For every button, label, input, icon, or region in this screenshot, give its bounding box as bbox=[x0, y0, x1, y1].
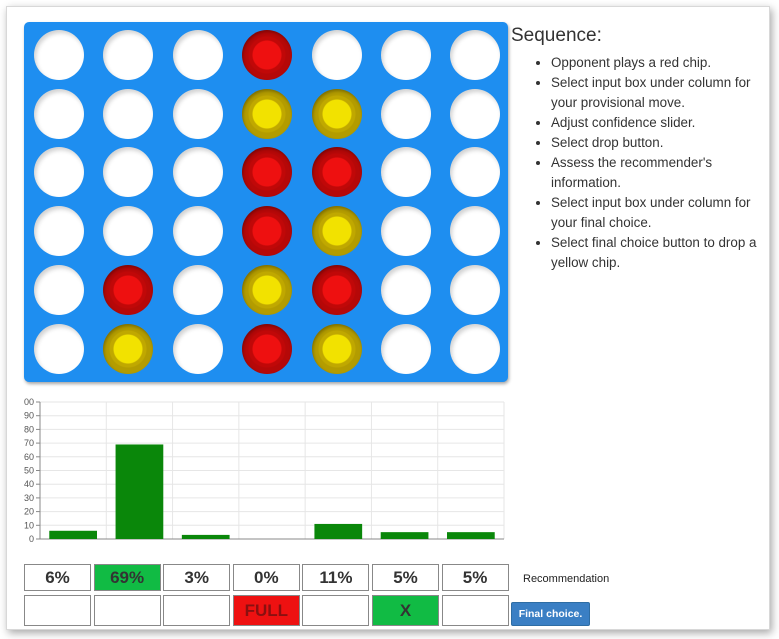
board-slot-empty bbox=[34, 147, 84, 198]
y-tick-label: 50 bbox=[24, 466, 34, 476]
board-slot-empty bbox=[450, 88, 501, 139]
y-tick-label: 70 bbox=[24, 438, 34, 448]
board-slot-empty bbox=[172, 206, 223, 257]
y-tick-label: 10 bbox=[24, 520, 34, 530]
recommendation-bar bbox=[380, 532, 429, 539]
recommendation-percent-box: 69% bbox=[93, 564, 161, 591]
board-slot-empty bbox=[450, 264, 501, 315]
y-tick-label: 80 bbox=[24, 424, 34, 434]
board-slot-empty bbox=[172, 30, 223, 80]
red-chip bbox=[242, 147, 293, 198]
connect-four-board bbox=[24, 22, 508, 382]
recommendation-chart: 0 10 20 30 40 50 60 70 80 90 100 bbox=[24, 395, 508, 550]
board-slot-empty bbox=[450, 30, 501, 80]
recommendation-bar bbox=[49, 530, 98, 539]
recommendation-bar bbox=[446, 532, 495, 539]
yellow-chip bbox=[311, 88, 362, 139]
recommendation-percent-box: 6% bbox=[24, 564, 91, 591]
recommendation-percent-box: 11% bbox=[302, 564, 370, 591]
sequence-step: Select final choice button to drop a yel… bbox=[551, 233, 773, 273]
red-chip bbox=[103, 264, 154, 315]
y-tick-label: 90 bbox=[24, 411, 34, 421]
yellow-chip bbox=[311, 323, 362, 374]
y-tick-label: 20 bbox=[24, 507, 34, 517]
column-choice-input[interactable]: FULL bbox=[232, 595, 300, 626]
red-chip bbox=[242, 206, 293, 257]
red-chip bbox=[311, 147, 362, 198]
y-tick-label: 0 bbox=[29, 534, 34, 544]
yellow-chip bbox=[311, 206, 362, 257]
board-slot-empty bbox=[381, 147, 431, 198]
board-slot-empty bbox=[450, 323, 501, 374]
recommendation-percent-box: 0% bbox=[232, 564, 300, 591]
column-choice-input[interactable] bbox=[93, 595, 161, 626]
board-slot-empty bbox=[103, 30, 154, 80]
recommendation-bar bbox=[181, 534, 230, 539]
board-slot-empty bbox=[311, 30, 362, 80]
recommendation-percent-box: 3% bbox=[163, 564, 231, 591]
board-slot-empty bbox=[103, 147, 154, 198]
sequence-step: Opponent plays a red chip. bbox=[551, 53, 773, 73]
y-tick-label: 60 bbox=[24, 452, 34, 462]
recommendation-chart-svg: 0 10 20 30 40 50 60 70 80 90 100 bbox=[24, 397, 505, 544]
board-slot-empty bbox=[34, 88, 84, 139]
board-slot-empty bbox=[381, 206, 431, 257]
recommendation-label: Recommendation bbox=[523, 573, 610, 585]
sequence-title: Sequence: bbox=[511, 25, 602, 46]
red-chip bbox=[311, 264, 362, 315]
y-tick-label: 30 bbox=[24, 493, 34, 503]
sequence-step: Adjust confidence slider. bbox=[551, 113, 773, 133]
y-tick-label: 40 bbox=[24, 479, 34, 489]
board-slot-empty bbox=[103, 88, 154, 139]
board-slot-empty bbox=[381, 323, 431, 374]
yellow-chip bbox=[242, 264, 293, 315]
red-chip bbox=[242, 323, 293, 374]
sequence-steps: Opponent plays a red chip.Select input b… bbox=[511, 53, 773, 273]
board-slot-empty bbox=[381, 30, 431, 80]
column-choice-input[interactable]: X bbox=[372, 595, 439, 626]
sequence-step: Select input box under column for your f… bbox=[551, 193, 773, 233]
final-choice-button[interactable]: Final choice. bbox=[511, 602, 590, 626]
yellow-chip bbox=[242, 88, 293, 139]
recommendation-percent-box: 5% bbox=[441, 564, 509, 591]
sequence-step: Select input box under column for your p… bbox=[551, 73, 773, 113]
board-slot-empty bbox=[172, 147, 223, 198]
sequence-step: Assess the recommender's information. bbox=[551, 153, 773, 193]
sequence-panel: Sequence: Opponent plays a red chip.Sele… bbox=[511, 25, 773, 273]
column-choice-input[interactable] bbox=[163, 595, 231, 626]
board-slot-empty bbox=[34, 323, 84, 374]
recommendation-bar bbox=[314, 523, 363, 539]
board-slot-empty bbox=[172, 88, 223, 139]
board-slot-empty bbox=[450, 206, 501, 257]
board-slot-empty bbox=[34, 264, 84, 315]
board-slot-empty bbox=[172, 264, 223, 315]
column-choice-input[interactable] bbox=[302, 595, 370, 626]
column-choice-input[interactable] bbox=[441, 595, 509, 626]
column-choice-input[interactable] bbox=[24, 595, 91, 626]
recommendation-bar bbox=[115, 444, 164, 539]
sequence-step: Select drop button. bbox=[551, 133, 773, 153]
game-window: Sequence: Opponent plays a red chip.Sele… bbox=[6, 6, 770, 630]
board-slot-empty bbox=[34, 206, 84, 257]
yellow-chip bbox=[103, 323, 154, 374]
y-tick-label: 100 bbox=[24, 397, 34, 407]
red-chip bbox=[242, 30, 293, 80]
board-slot-empty bbox=[103, 206, 154, 257]
board-slot-empty bbox=[34, 30, 84, 80]
board-slot-empty bbox=[381, 264, 431, 315]
recommendation-percent-box: 5% bbox=[372, 564, 439, 591]
board-slot-empty bbox=[381, 88, 431, 139]
board-slot-empty bbox=[450, 147, 501, 198]
board-slot-empty bbox=[172, 323, 223, 374]
